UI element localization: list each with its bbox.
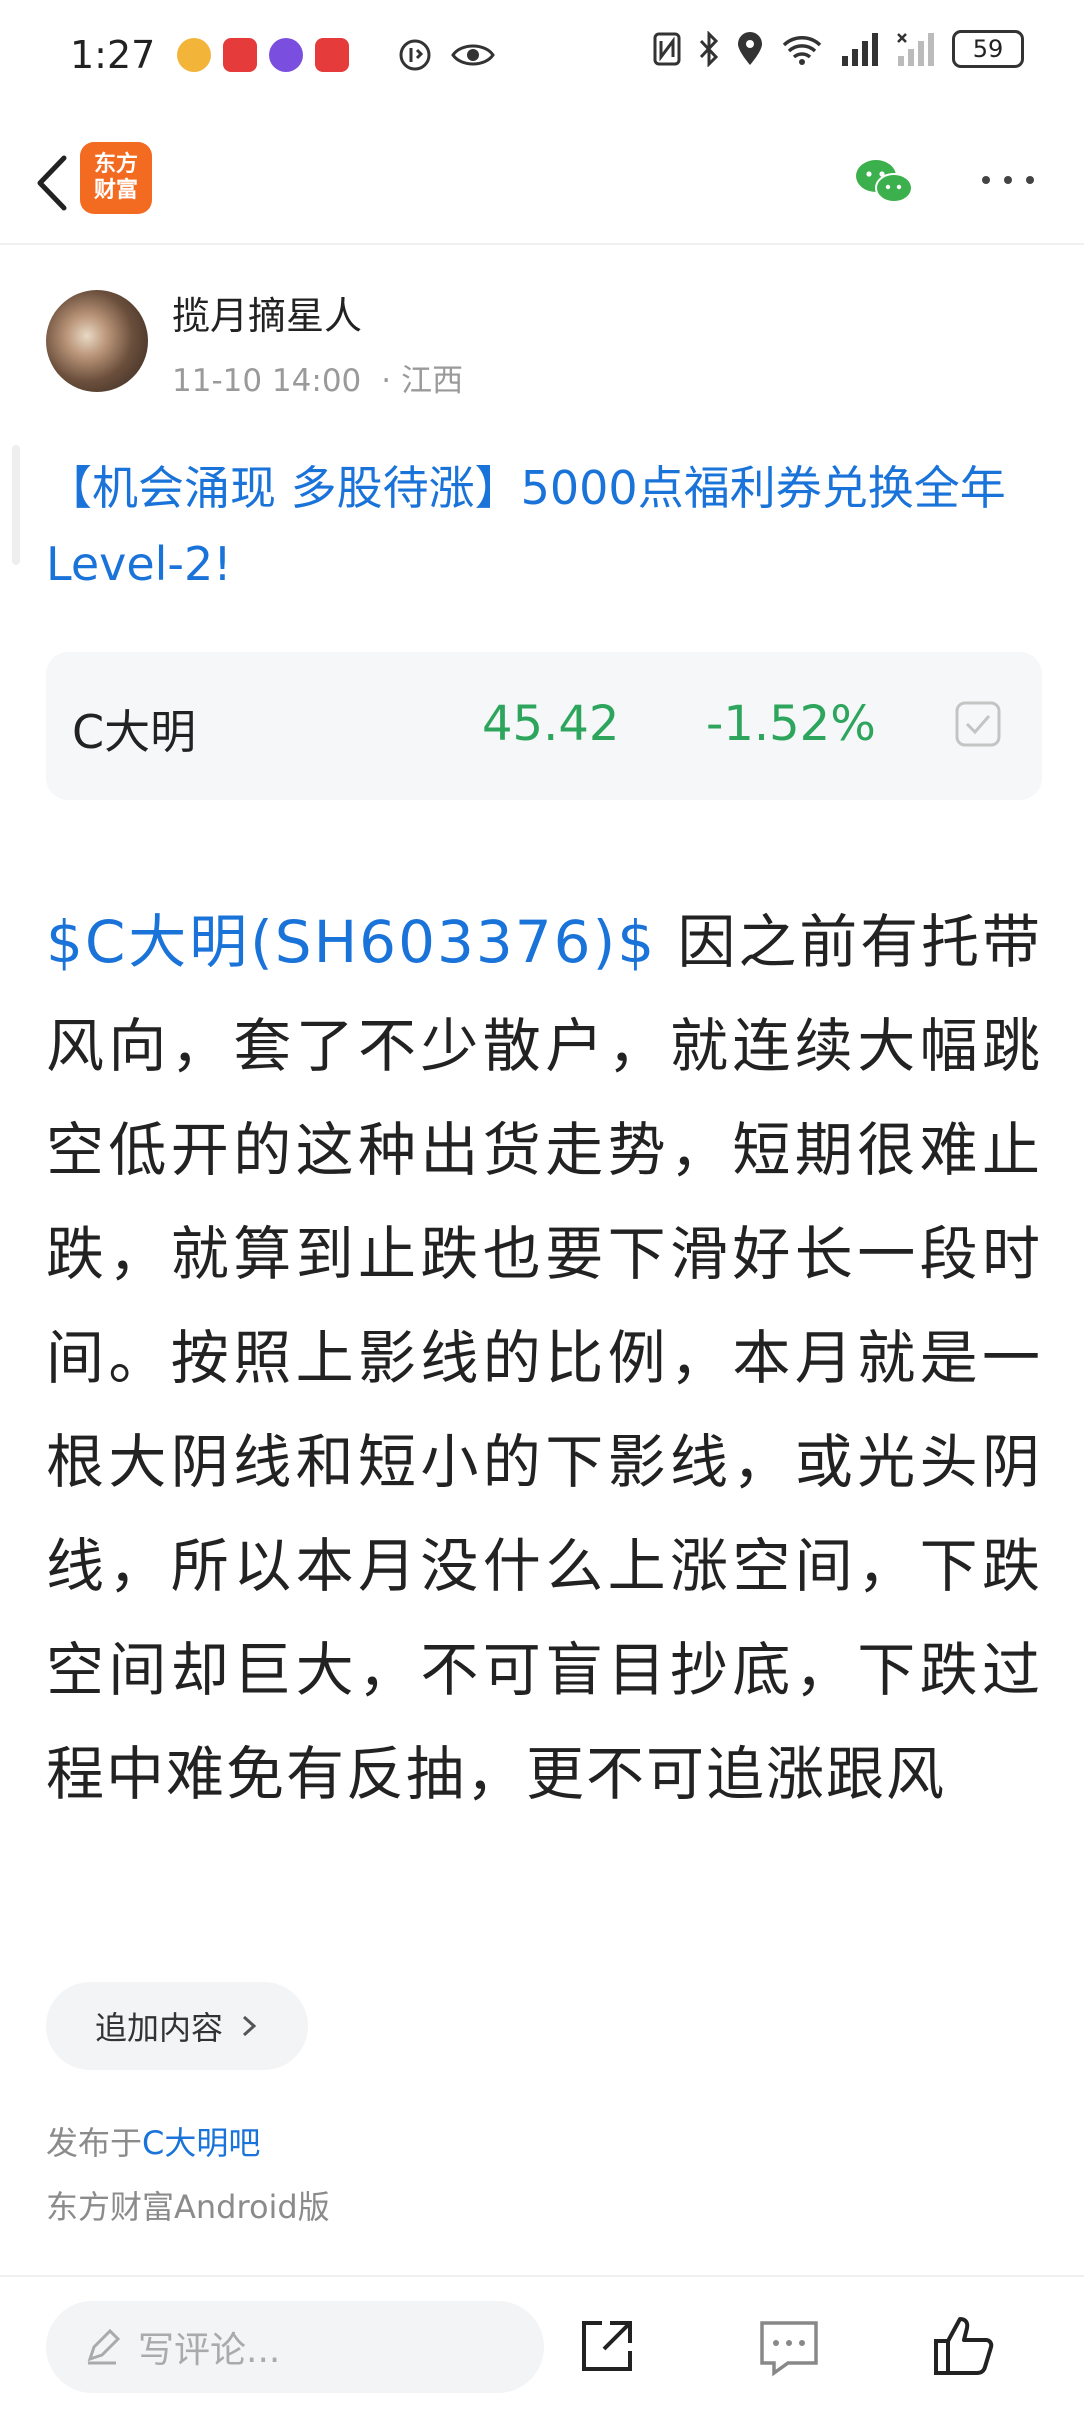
more-options-icon[interactable] — [978, 160, 1038, 200]
stock-price: 45.42 — [482, 696, 620, 752]
chevron-right-icon — [242, 2015, 257, 2037]
author-avatar[interactable] — [46, 290, 148, 392]
post-body-text: 因之前有托带风向，套了不少散户，就连续大幅跳空低开的这种出货走势，短期很难止跌，… — [46, 908, 1042, 1808]
signal-no-service-icon — [897, 33, 934, 66]
wifi-icon — [782, 36, 822, 65]
stock-tag-link[interactable]: $C大明(SH603376)$ — [46, 908, 656, 976]
battery-level: 59 — [972, 35, 1004, 63]
logo-text-line2: 财富 — [93, 178, 138, 203]
thumbs-up-icon[interactable] — [932, 2313, 996, 2377]
stock-bar-link[interactable]: C大明吧 — [142, 2124, 260, 2162]
notification-app-icon — [223, 38, 258, 72]
signal-icon — [842, 33, 878, 66]
post-body: $C大明(SH603376)$ 因之前有托带风向，套了不少散户，就连续大幅跳空低… — [46, 890, 1042, 1826]
back-arrow-icon[interactable] — [24, 148, 84, 218]
stock-quote-card[interactable]: C大明 45.42 -1.52% — [46, 652, 1042, 800]
stock-name: C大明 — [72, 705, 197, 759]
app-logo[interactable]: 东方 财富 — [80, 142, 152, 214]
notification-app-icon — [315, 38, 350, 72]
comment-input[interactable]: 写评论... — [46, 2301, 544, 2393]
status-bar: 1:27 59 — [0, 0, 1084, 110]
comment-icon[interactable] — [758, 2319, 820, 2377]
status-time: 1:27 — [70, 33, 156, 77]
meta-separator: · — [381, 363, 392, 399]
added-to-watchlist-icon[interactable] — [954, 700, 1002, 748]
top-navigation-bar: 东方 财富 — [0, 120, 1084, 245]
notification-app-icon — [269, 38, 304, 72]
append-content-label: 追加内容 — [94, 2009, 223, 2047]
published-in: 发布于C大明吧 — [46, 2118, 260, 2164]
post-title-link[interactable]: 【机会涌现 多股待涨】5000点福利券兑换全年Level-2! — [46, 450, 1046, 602]
logo-text-line1: 东方 — [93, 152, 138, 177]
location-icon — [738, 32, 762, 65]
share-icon[interactable] — [576, 2317, 636, 2377]
bottom-action-bar: 写评论... — [0, 2275, 1084, 2412]
comment-placeholder: 写评论... — [138, 2330, 281, 2371]
platform-source: 东方财富Android版 — [46, 2188, 330, 2226]
post-location: 江西 — [401, 363, 464, 399]
notification-app-icon — [177, 38, 212, 72]
published-prefix: 发布于 — [46, 2124, 143, 2162]
append-content-button[interactable]: 追加内容 — [46, 1982, 308, 2070]
nfc-icon — [653, 32, 681, 66]
side-scroll-indicator — [12, 445, 20, 565]
battery-indicator: 59 — [952, 30, 1024, 68]
stock-change-percent: -1.52% — [706, 696, 876, 752]
bluetooth-icon — [699, 31, 719, 67]
pencil-icon — [87, 2329, 120, 2365]
post-datetime: 11-10 14:00 — [172, 363, 362, 399]
data-saver-icon — [399, 39, 431, 71]
eye-icon — [451, 44, 496, 66]
author-name[interactable]: 揽月摘星人 — [172, 285, 362, 340]
wechat-share-icon[interactable] — [852, 150, 916, 214]
post-meta: 11-10 14:00 · 江西 — [172, 355, 463, 400]
